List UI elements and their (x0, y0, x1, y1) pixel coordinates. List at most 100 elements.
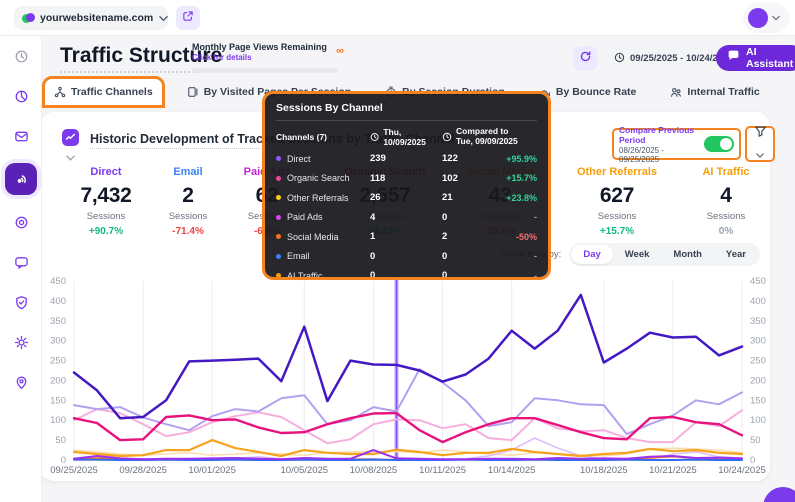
sidebar-item-mail[interactable] (0, 116, 42, 156)
show-data-by-day[interactable]: Day (571, 245, 612, 264)
tooltip-row-paid-ads: Paid Ads 40- (276, 208, 537, 228)
chart-filter-button[interactable] (745, 126, 775, 162)
sidebar-item-shield[interactable] (0, 282, 42, 322)
channel-dot (276, 215, 281, 220)
show-data-by-week[interactable]: Week (613, 245, 662, 264)
refresh-button[interactable] (573, 46, 598, 71)
channel-percent: +15.7% (504, 173, 537, 183)
avatar (748, 8, 768, 28)
stat-label: Other Referrals (562, 166, 672, 178)
channel-dot (276, 234, 281, 239)
channel-previous-value: 102 (442, 173, 504, 184)
gear-icon (14, 335, 29, 350)
channel-previous-value: 0 (442, 251, 504, 262)
target-icon (14, 215, 29, 230)
funnel-filter-icon (754, 125, 767, 143)
history-icon (14, 49, 29, 64)
channel-current-value: 4 (370, 212, 442, 223)
collapse-chevron-icon[interactable] (66, 148, 75, 166)
chat-icon (14, 255, 29, 270)
channel-label: Paid Ads (287, 212, 323, 222)
refresh-icon (579, 50, 592, 68)
sessions-line-chart[interactable]: 0050501001001501502002002502503003003503… (42, 272, 768, 478)
channel-label: Other Referrals (287, 193, 349, 203)
clock-icon (370, 132, 379, 142)
svg-text:100: 100 (750, 415, 766, 426)
stat-ai-traffic: AI Traffic4Sessions0% (671, 166, 781, 237)
tab-label: By Bounce Rate (556, 86, 637, 98)
stat-value: 627 (562, 184, 672, 208)
website-selector[interactable]: yourwebsitename.com (14, 6, 168, 30)
chat-bubble-icon (727, 49, 740, 67)
stat-value: 4 (671, 184, 781, 208)
tab-label: Internal Traffic (687, 86, 759, 98)
channel-label: Organic Search (287, 173, 350, 183)
channel-current-value: 1 (370, 231, 442, 242)
top-navbar: yourwebsitename.com (0, 0, 795, 36)
infinity-icon: ∞ (336, 45, 344, 57)
channel-previous-value: 0 (442, 212, 504, 223)
channel-label: Email (287, 251, 310, 261)
tooltip-compared-label: Compared to (456, 126, 508, 136)
sidebar-item-location-pin[interactable] (0, 362, 42, 402)
stat-other-referrals: Other Referrals627Sessions+15.7% (562, 166, 672, 237)
svg-text:10/11/2025: 10/11/2025 (419, 465, 466, 476)
svg-text:450: 450 (750, 276, 766, 287)
svg-text:450: 450 (50, 276, 66, 287)
floating-action-button[interactable] (763, 487, 795, 502)
svg-text:400: 400 (750, 296, 766, 307)
tab-traffic-channels[interactable]: Traffic Channels (44, 78, 163, 106)
show-data-by-year[interactable]: Year (714, 245, 758, 264)
stat-percent: 0% (671, 226, 781, 237)
sidebar-item-chat[interactable] (0, 242, 42, 282)
compare-toggle[interactable] (704, 136, 734, 152)
compare-previous-period-control: Compare Previous Period 08/26/2025 - 09/… (612, 128, 741, 160)
click-for-details-link[interactable]: Click for details (192, 53, 342, 62)
show-data-by-month[interactable]: Month (661, 245, 714, 264)
sidebar-item-traffic-radar[interactable] (0, 156, 42, 202)
user-menu[interactable] (743, 3, 789, 33)
svg-text:300: 300 (50, 336, 66, 347)
pie-chart-icon (14, 89, 29, 104)
tooltip-row-ai-traffic: AI Traffic00- (276, 266, 537, 286)
chevron-down-icon (159, 14, 168, 23)
svg-text:10/21/2025: 10/21/2025 (649, 465, 697, 476)
stat-percent: +15.7% (562, 226, 672, 237)
tooltip-row-organic-search: Organic Search118102+15.7% (276, 169, 537, 189)
monthly-pageviews-label: Monthly Page Views Remaining (192, 42, 342, 52)
tab-internal-traffic[interactable]: Internal Traffic (660, 78, 769, 106)
stat-sub: Sessions (671, 211, 781, 222)
tooltip-current-date: Thu, 10/09/2025 (383, 127, 442, 147)
channel-dot (276, 176, 281, 181)
clock-icon (614, 50, 625, 68)
chart-tooltip: Sessions By Channel Channels (7) Thu, 10… (265, 94, 548, 277)
svg-text:200: 200 (50, 375, 66, 386)
channel-percent: -50% (504, 232, 537, 242)
channel-label: Direct (287, 154, 311, 164)
tooltip-channels-header: Channels (7) (276, 132, 370, 142)
tab-label: Traffic Channels (71, 86, 153, 98)
svg-text:10/24/2025: 10/24/2025 (718, 465, 766, 476)
ai-assistant-button[interactable]: AI Assistant (716, 45, 795, 71)
channel-previous-value: 0 (442, 270, 504, 281)
sidebar-item-target[interactable] (0, 202, 42, 242)
svg-text:10/05/2025: 10/05/2025 (281, 465, 329, 476)
tooltip-row-social-media: Social Media12-50% (276, 227, 537, 247)
channel-current-value: 0 (370, 270, 442, 281)
sidebar-item-pie-chart[interactable] (0, 76, 42, 116)
svg-text:09/25/2025: 09/25/2025 (50, 465, 98, 476)
sidebar-item-gear[interactable] (0, 322, 42, 362)
sidebar-item-history[interactable] (0, 36, 42, 76)
sidebar-nav (0, 36, 42, 502)
channel-percent: - (504, 212, 537, 222)
svg-text:10/18/2025: 10/18/2025 (580, 465, 628, 476)
svg-text:10/01/2025: 10/01/2025 (188, 465, 236, 476)
channel-current-value: 239 (370, 153, 442, 164)
svg-text:10/08/2025: 10/08/2025 (350, 465, 398, 476)
open-website-button[interactable] (176, 6, 200, 30)
traffic-radar-icon (5, 163, 37, 195)
channel-previous-value: 2 (442, 231, 504, 242)
website-name: yourwebsitename.com (40, 12, 153, 24)
tooltip-compared-date: Tue, 09/09/2025 (456, 136, 518, 146)
external-link-icon (182, 9, 194, 27)
